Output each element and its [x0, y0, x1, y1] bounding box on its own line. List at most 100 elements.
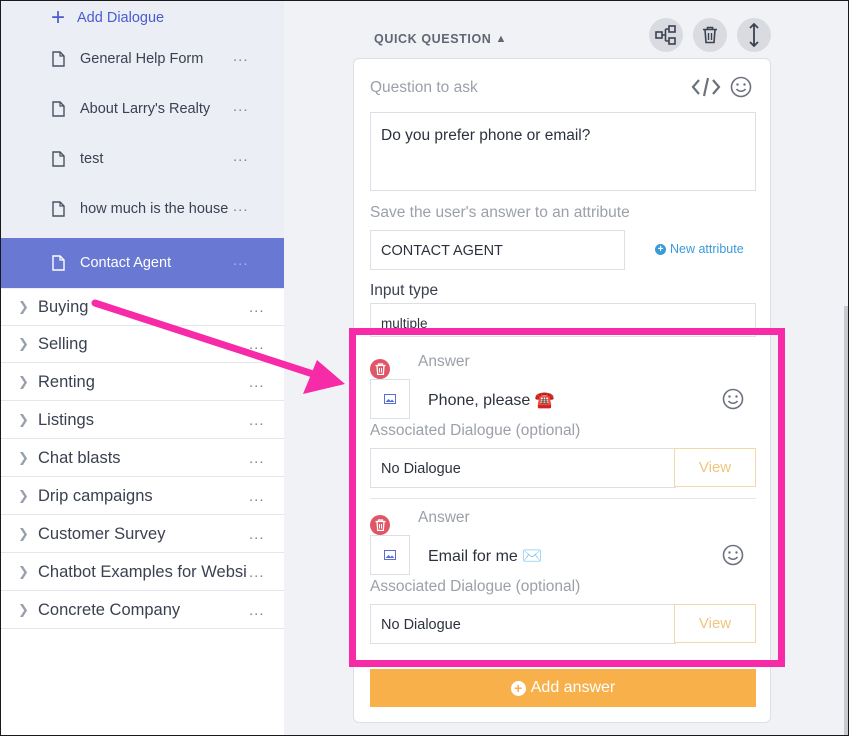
more-options-icon[interactable]: ...	[249, 564, 265, 581]
delete-answer-button[interactable]	[370, 359, 390, 379]
input-type-value: multiple	[381, 316, 428, 331]
associated-dialogue-value: No Dialogue	[381, 461, 461, 477]
flow-button[interactable]	[649, 18, 683, 52]
folder-item[interactable]: ❯ Chat blasts ...	[1, 440, 284, 477]
more-options-icon[interactable]: ...	[233, 98, 249, 115]
folder-label: Chatbot Examples for Websites	[38, 562, 246, 581]
sidebar: + Add Dialogue General Help Form ... Abo…	[1, 1, 284, 735]
document-icon	[52, 201, 65, 217]
chevron-right-icon: ❯	[18, 374, 29, 389]
folder-item[interactable]: ❯ Chatbot Examples for Websites ...	[1, 554, 284, 591]
delete-answer-button[interactable]	[370, 515, 390, 535]
folder-item[interactable]: ❯ Drip campaigns ...	[1, 478, 284, 515]
new-attribute-label: New attribute	[670, 242, 744, 256]
chevron-right-icon: ❯	[18, 336, 29, 351]
resize-vertical-icon	[749, 22, 759, 48]
more-options-icon[interactable]: ...	[249, 450, 265, 467]
chevron-right-icon: ❯	[18, 564, 29, 579]
dialogue-item[interactable]: test ...	[1, 134, 284, 184]
answer-image-button[interactable]	[370, 379, 410, 419]
code-icon[interactable]	[691, 76, 721, 98]
image-icon	[384, 394, 396, 404]
dialogue-item[interactable]: General Help Form ...	[1, 34, 284, 84]
scrollbar[interactable]	[844, 306, 848, 735]
view-dialogue-button[interactable]: View	[674, 604, 756, 643]
dialogue-item-label: Contact Agent	[80, 255, 172, 271]
resize-button[interactable]	[737, 18, 771, 52]
trash-icon	[703, 26, 717, 44]
folder-label: Buying	[38, 297, 89, 316]
view-dialogue-button[interactable]: View	[674, 448, 756, 487]
answer-image-button[interactable]	[370, 535, 410, 575]
more-options-icon[interactable]: ...	[249, 602, 265, 619]
dialogue-item-active[interactable]: Contact Agent ...	[1, 238, 284, 288]
chevron-right-icon: ❯	[18, 299, 29, 314]
more-options-icon[interactable]: ...	[249, 299, 265, 316]
more-options-icon[interactable]: ...	[233, 198, 249, 215]
question-textarea[interactable]: Do you prefer phone or email?	[370, 112, 756, 191]
plus-circle-icon: +	[510, 680, 526, 696]
new-attribute-link[interactable]: + New attribute	[655, 242, 744, 256]
folder-item[interactable]: ❯ Buying ...	[1, 289, 284, 326]
add-answer-button[interactable]: + Add answer	[370, 669, 756, 707]
folder-label: Selling	[38, 334, 88, 353]
dialogue-item-label: test	[80, 151, 104, 167]
emoji-icon[interactable]	[722, 388, 744, 410]
question-text: Do you prefer phone or email?	[381, 127, 591, 144]
more-options-icon[interactable]: ...	[233, 252, 249, 269]
trash-icon	[375, 363, 385, 375]
chevron-up-icon: ▲	[495, 33, 507, 45]
answer-divider	[370, 498, 756, 499]
document-icon	[52, 151, 65, 167]
question-label: Question to ask	[370, 79, 478, 96]
trash-icon	[375, 519, 385, 531]
answer-label: Answer	[418, 353, 470, 370]
more-options-icon[interactable]: ...	[233, 48, 249, 65]
folder-item[interactable]: ❯ Renting ...	[1, 364, 284, 401]
envelope-emoji: ✉️	[522, 548, 543, 565]
folder-label: Renting	[38, 372, 95, 391]
document-icon	[52, 51, 65, 67]
image-icon	[384, 550, 396, 560]
associated-dialogue-label: Associated Dialogue (optional)	[370, 422, 581, 439]
folder-label: Chat blasts	[38, 448, 121, 467]
document-icon	[52, 101, 65, 117]
attribute-label: Save the user's answer to an attribute	[370, 204, 630, 221]
answer-text: Phone, please	[428, 392, 531, 409]
add-dialogue-label: Add Dialogue	[77, 10, 165, 26]
attribute-input[interactable]: CONTACT AGENT	[370, 230, 625, 270]
input-type-label: Input type	[370, 282, 439, 299]
delete-button[interactable]	[693, 18, 727, 52]
folder-item[interactable]: ❯ Customer Survey ...	[1, 516, 284, 553]
chevron-right-icon: ❯	[18, 488, 29, 503]
more-options-icon[interactable]: ...	[249, 488, 265, 505]
more-options-icon[interactable]: ...	[249, 336, 265, 353]
input-type-select[interactable]: multiple	[370, 303, 756, 337]
flow-icon	[655, 25, 676, 45]
emoji-icon[interactable]	[722, 544, 744, 566]
dialogue-item-label: General Help Form	[80, 51, 204, 67]
dialogue-item[interactable]: how much is the house ...	[1, 184, 284, 234]
plus-icon: +	[51, 4, 66, 31]
chevron-right-icon: ❯	[18, 450, 29, 465]
more-options-icon[interactable]: ...	[249, 374, 265, 391]
more-options-icon[interactable]: ...	[249, 526, 265, 543]
more-options-icon[interactable]: ...	[249, 412, 265, 429]
associated-dialogue-select[interactable]: No Dialogue	[370, 604, 676, 644]
chevron-right-icon: ❯	[18, 412, 29, 427]
answer-label: Answer	[418, 509, 470, 526]
plus-circle-icon: +	[655, 243, 666, 255]
emoji-icon[interactable]	[730, 76, 752, 98]
answer-input[interactable]: Email for me ✉️	[428, 546, 542, 566]
quick-question-heading[interactable]: QUICK QUESTION ▲	[374, 32, 507, 46]
associated-dialogue-select[interactable]: No Dialogue	[370, 448, 676, 488]
more-options-icon[interactable]: ...	[233, 148, 249, 165]
folder-label: Listings	[38, 410, 94, 429]
answer-input[interactable]: Phone, please ☎️	[428, 390, 555, 410]
folder-item[interactable]: ❯ Concrete Company ...	[1, 592, 284, 629]
add-dialogue-button[interactable]: + Add Dialogue	[51, 4, 165, 31]
folder-item[interactable]: ❯ Listings ...	[1, 402, 284, 439]
folder-label: Drip campaigns	[38, 486, 153, 505]
dialogue-item[interactable]: About Larry's Realty ...	[1, 84, 284, 134]
folder-item[interactable]: ❯ Selling ...	[1, 326, 284, 363]
